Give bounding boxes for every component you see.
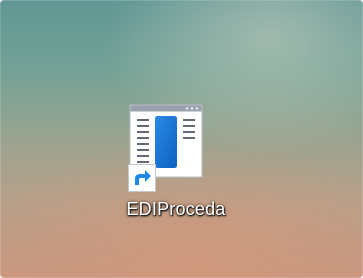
shortcut-arrow-icon [128,164,156,192]
desktop-background: EDIProceda [0,0,363,278]
desktop-shortcut-ediproceda[interactable]: EDIProceda [108,100,244,230]
shortcut-label: EDIProceda [126,199,226,219]
